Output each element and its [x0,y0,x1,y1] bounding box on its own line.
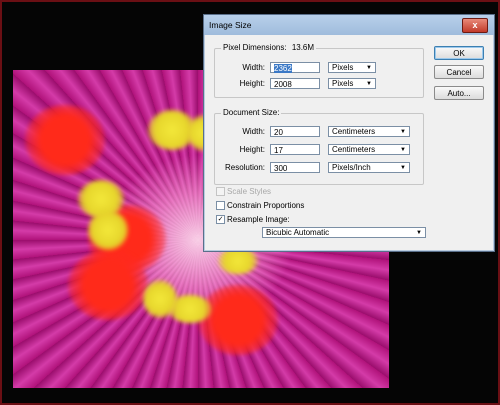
yellow-pollen-blob [168,295,212,323]
document-size-group: Document Size: Width: 20 Centimeters ▼ H… [214,108,424,185]
image-size-dialog: Image Size x Pixel Dimensions: 13.6M Wid… [203,14,495,252]
pixel-height-field[interactable]: 2008 [270,78,320,89]
doc-width-field[interactable]: 20 [270,126,320,137]
chevron-down-icon: ▼ [400,165,406,171]
constrain-proportions-label[interactable]: Constrain Proportions [227,201,304,210]
red-stigma-blob [68,250,148,320]
chevron-down-icon: ▼ [400,147,406,153]
scale-styles-checkbox [216,187,225,196]
cancel-button[interactable]: Cancel [434,65,484,79]
chevron-down-icon: ▼ [366,65,372,71]
resample-method-select[interactable]: Bicubic Automatic ▼ [262,227,426,238]
constrain-proportions-checkbox[interactable] [216,201,225,210]
pixel-width-unit-select[interactable]: Pixels ▼ [328,62,376,73]
chevron-down-icon: ▼ [366,81,372,87]
red-stigma-blob [25,105,105,175]
pixel-dimensions-size: 13.6M [291,43,315,52]
red-stigma-blob [198,285,278,355]
resolution-unit-select[interactable]: Pixels/Inch ▼ [328,162,410,173]
scale-styles-label: Scale Styles [227,187,272,196]
doc-width-label: Width: [242,127,265,136]
yellow-pollen-blob [88,210,128,250]
pixel-dimensions-title: Pixel Dimensions: 13.6M [221,43,317,52]
chevron-down-icon: ▼ [416,230,422,236]
auto-button[interactable]: Auto... [434,86,484,100]
dialog-title: Image Size [209,20,252,30]
pixel-height-unit-select[interactable]: Pixels ▼ [328,78,376,89]
resample-image-checkbox[interactable]: ✓ [216,215,225,224]
chevron-down-icon: ▼ [400,129,406,135]
pixel-dimensions-group: Pixel Dimensions: 13.6M Width: 2362 Pixe… [214,43,424,98]
pixel-width-label: Width: [242,63,265,72]
doc-width-unit-select[interactable]: Centimeters ▼ [328,126,410,137]
pixel-width-field[interactable]: 2362 [270,62,320,73]
ok-button[interactable]: OK [434,46,484,60]
resample-image-label[interactable]: Resample Image: [227,215,290,224]
pixel-height-label: Height: [239,79,265,88]
dialog-titlebar[interactable]: Image Size x [204,15,494,35]
close-icon[interactable]: x [462,18,488,33]
resolution-field[interactable]: 300 [270,162,320,173]
doc-height-field[interactable]: 17 [270,144,320,155]
resolution-label: Resolution: [224,163,265,172]
document-size-title: Document Size: [221,108,282,117]
doc-height-unit-select[interactable]: Centimeters ▼ [328,144,410,155]
doc-height-label: Height: [239,145,265,154]
